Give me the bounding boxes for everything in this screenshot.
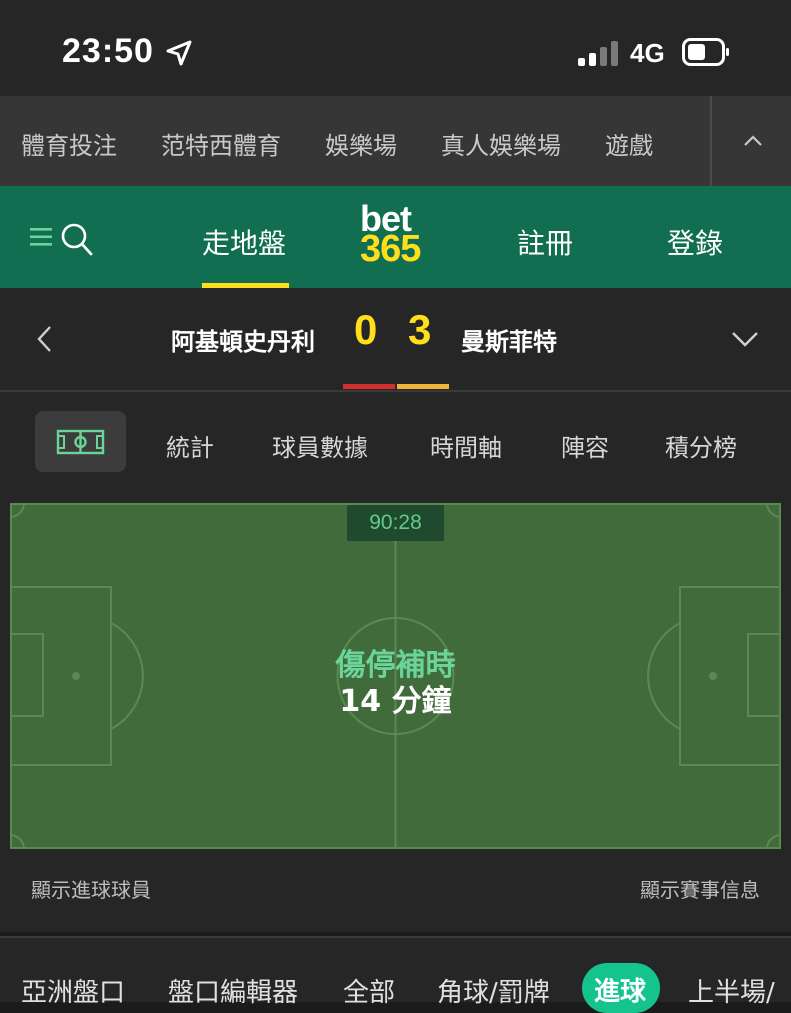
search-icon[interactable]	[60, 222, 94, 258]
chevron-left-icon[interactable]	[34, 324, 56, 354]
market-corners-cards[interactable]: 角球/罰牌	[437, 972, 550, 1009]
battery-icon	[682, 38, 729, 66]
menu-icon[interactable]	[30, 226, 54, 248]
status-time: 23:50	[62, 32, 154, 70]
market-bet-builder[interactable]: 盤口編輯器	[168, 972, 298, 1009]
category-games[interactable]: 遊戲	[605, 126, 653, 161]
category-casino[interactable]: 娛樂場	[325, 126, 397, 161]
market-asian-handicap[interactable]: 亞洲盤口	[21, 972, 125, 1009]
market-first-half[interactable]: 上半場/	[688, 972, 775, 1009]
cellular-signal-icon	[578, 41, 618, 66]
location-arrow-icon	[166, 40, 192, 66]
tab-player-stats[interactable]: 球員數據	[272, 428, 368, 463]
injury-time-value: 14 分鐘	[339, 684, 452, 719]
match-clock: 90:28	[347, 505, 444, 541]
chevron-down-icon[interactable]	[730, 328, 760, 350]
bet365-logo[interactable]: bet 365	[360, 198, 434, 274]
market-all[interactable]: 全部	[343, 972, 395, 1009]
category-fantasy-sports[interactable]: 范特西體育	[161, 126, 281, 161]
logo-365-text: 365	[360, 228, 421, 270]
away-team-name: 曼斯菲特	[461, 328, 557, 356]
login-link[interactable]: 登錄	[667, 222, 723, 262]
home-team-name: 阿基頓史丹利	[171, 328, 315, 356]
market-goals-label: 進球	[594, 977, 647, 1007]
away-team-color-bar	[397, 384, 449, 389]
tab-lineups[interactable]: 陣容	[561, 428, 609, 463]
network-type: 4G	[630, 38, 665, 68]
tab-timeline[interactable]: 時間軸	[430, 428, 502, 463]
category-live-casino[interactable]: 真人娛樂場	[441, 126, 561, 161]
nav-divider	[710, 96, 712, 186]
show-goal-scorers-link[interactable]: 顯示進球球員	[31, 874, 151, 903]
home-score: 0	[354, 306, 378, 353]
category-sports[interactable]: 體育投注	[21, 126, 117, 161]
show-match-info-link[interactable]: 顯示賽事信息	[640, 874, 760, 903]
register-link[interactable]: 註冊	[517, 222, 573, 262]
pitch-icon	[56, 429, 105, 455]
tab-standings[interactable]: 積分榜	[665, 428, 737, 463]
nav-in-play[interactable]: 走地盤	[202, 222, 286, 262]
tab-pitch-view[interactable]	[35, 411, 126, 472]
tab-stats[interactable]: 統計	[166, 428, 214, 463]
chevron-up-icon[interactable]	[738, 126, 768, 156]
away-score: 3	[408, 306, 432, 353]
scoreboard	[0, 288, 791, 392]
home-team-color-bar	[343, 384, 395, 389]
market-goals-active[interactable]: 進球	[582, 963, 660, 1013]
